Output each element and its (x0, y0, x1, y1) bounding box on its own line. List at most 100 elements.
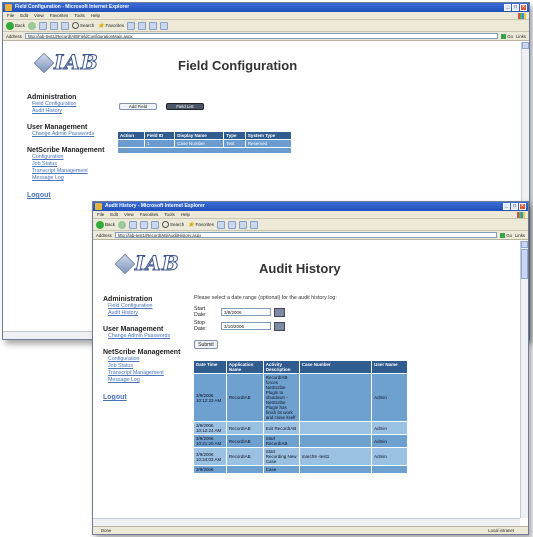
home-icon[interactable] (151, 220, 160, 229)
menu-view[interactable]: View (124, 211, 134, 218)
address-label: Address (6, 33, 22, 39)
sidebar-link-message-log[interactable]: Message Log (27, 175, 117, 182)
close-button[interactable]: × (519, 203, 526, 210)
browser-toolbar: Back Search ★ Favorites (93, 219, 528, 231)
calendar-icon[interactable] (274, 307, 285, 317)
print-icon[interactable] (238, 220, 247, 229)
scroll-up-button[interactable] (521, 241, 528, 248)
window-titlebar[interactable]: Audit History - Microsoft Internet Explo… (93, 202, 528, 211)
sidebar-link-field-configuration[interactable]: Field Configuration (27, 101, 117, 108)
calendar-icon[interactable] (274, 321, 285, 331)
menu-help[interactable]: Help (91, 12, 100, 19)
sidebar-link-configuration[interactable]: Configuration (103, 356, 193, 363)
go-button[interactable]: Go (501, 33, 513, 39)
ie-icon (95, 203, 102, 210)
menu-tools[interactable]: Tools (164, 211, 175, 218)
forward-button[interactable] (28, 21, 37, 30)
column-header[interactable]: Type (223, 131, 246, 140)
sidebar-link-audit-history[interactable]: Audit History (103, 310, 193, 317)
sidebar-link-job-status[interactable]: Job Status (103, 363, 193, 370)
sidebar-link-job-status[interactable]: Job Status (27, 161, 117, 168)
sidebar-link-message-log[interactable]: Message Log (103, 377, 193, 384)
menu-help[interactable]: Help (181, 211, 190, 218)
refresh-icon[interactable] (50, 21, 59, 30)
home-icon[interactable] (61, 21, 70, 30)
start-date-input[interactable]: 3/8/2006 (221, 308, 271, 316)
folder-icon[interactable] (249, 220, 258, 229)
table-cell: Admin (371, 447, 408, 466)
back-arrow-icon (6, 21, 14, 30)
tab-add-field[interactable]: Add Field (119, 103, 157, 110)
menu-file[interactable]: File (7, 12, 14, 19)
address-input[interactable]: http://lab-test1/RecordIAB/AuditHistory.… (114, 232, 498, 238)
maximize-button[interactable]: □ (512, 4, 519, 11)
column-header[interactable]: Field ID (143, 131, 176, 140)
history-icon[interactable] (126, 21, 135, 30)
column-header[interactable]: System Type (244, 131, 293, 140)
menu-file[interactable]: File (97, 211, 104, 218)
print-icon[interactable] (148, 21, 157, 30)
table-row[interactable]: 3/9/2006 10:21:20 AM RecordIAB Start Rec… (193, 434, 408, 448)
stop-icon[interactable] (129, 220, 138, 229)
sidebar-link-audit-history[interactable]: Audit History (27, 108, 117, 115)
folder-icon[interactable] (159, 21, 168, 30)
column-header[interactable]: Date Time (193, 360, 227, 374)
scroll-up-button[interactable] (522, 42, 529, 49)
scroll-thumb[interactable] (521, 249, 528, 279)
back-button[interactable]: Back (6, 21, 25, 30)
column-header[interactable]: Case Number (298, 360, 373, 374)
forward-button[interactable] (118, 220, 127, 229)
table-row (117, 147, 292, 154)
refresh-icon[interactable] (140, 220, 149, 229)
submit-button[interactable]: Submit (194, 340, 218, 349)
column-header[interactable]: Display Name (174, 131, 225, 140)
mail-icon[interactable] (137, 21, 146, 30)
sidebar-link-configuration[interactable]: Configuration (27, 154, 117, 161)
column-header[interactable]: Action (117, 131, 145, 140)
minimize-button[interactable]: _ (503, 203, 510, 210)
menu-view[interactable]: View (34, 12, 44, 19)
table-row[interactable]: 3/9/2006 10:24:03 AM RecordIAB Start Rec… (193, 447, 408, 466)
table-row[interactable]: 3/9/2006 10:12:24 AM RecordIAB Exit Reco… (193, 421, 408, 435)
go-label: Go (507, 33, 513, 39)
tab-field-list[interactable]: Field List (166, 103, 204, 110)
sidebar-link-transcript-management[interactable]: Transcript Management (27, 168, 117, 175)
table-row[interactable]: 3/9/2006 10:12:23 AM RecordIAB RecordIAB… (193, 373, 408, 422)
history-icon[interactable] (216, 220, 225, 229)
sidebar-link-transcript-management[interactable]: Transcript Management (103, 370, 193, 377)
mail-icon[interactable] (227, 220, 236, 229)
menu-edit[interactable]: Edit (20, 12, 28, 19)
stop-date-input[interactable]: 3/10/2006 (221, 322, 271, 330)
go-button[interactable]: Go (500, 232, 512, 238)
back-button[interactable]: Back (96, 220, 115, 229)
favorites-button[interactable]: ★ Favorites (97, 21, 124, 30)
window-titlebar[interactable]: Field Configuration - Microsoft Internet… (3, 3, 529, 12)
stop-icon[interactable] (39, 21, 48, 30)
table-row[interactable]: 3/9/2006 Case (193, 465, 408, 474)
sidebar-link-field-configuration[interactable]: Field Configuration (103, 303, 193, 310)
menu-favorites[interactable]: Favorites (50, 12, 69, 19)
column-header[interactable]: Activity Description (262, 360, 300, 374)
search-button[interactable]: Search (162, 221, 184, 228)
search-button[interactable]: Search (72, 22, 94, 29)
logout-link[interactable]: Logout (103, 394, 193, 401)
horizontal-scrollbar[interactable] (93, 518, 520, 526)
close-button[interactable]: × (520, 4, 527, 11)
column-header[interactable]: Application Name (225, 360, 264, 374)
links-label[interactable]: Links (516, 34, 526, 39)
sidebar-link-change-passwords[interactable]: Change Admin Passwords (103, 333, 193, 340)
logout-link[interactable]: Logout (27, 192, 117, 199)
column-header[interactable]: User Name (371, 360, 408, 374)
menu-edit[interactable]: Edit (110, 211, 118, 218)
table-row[interactable]: 1 Case Number Text Reserved (117, 139, 293, 148)
links-label[interactable]: Links (515, 233, 525, 238)
start-date-label: Start Date: (194, 306, 207, 318)
minimize-button[interactable]: _ (504, 4, 511, 11)
menu-tools[interactable]: Tools (74, 12, 85, 19)
sidebar-link-change-passwords[interactable]: Change Admin Passwords (27, 131, 117, 138)
menu-favorites[interactable]: Favorites (140, 211, 159, 218)
vertical-scrollbar[interactable] (520, 241, 528, 518)
maximize-button[interactable]: □ (511, 203, 518, 210)
address-input[interactable]: http://lab-test1/RecordIAB/FieldConfigur… (24, 33, 499, 39)
favorites-button[interactable]: ★ Favorites (187, 220, 214, 229)
